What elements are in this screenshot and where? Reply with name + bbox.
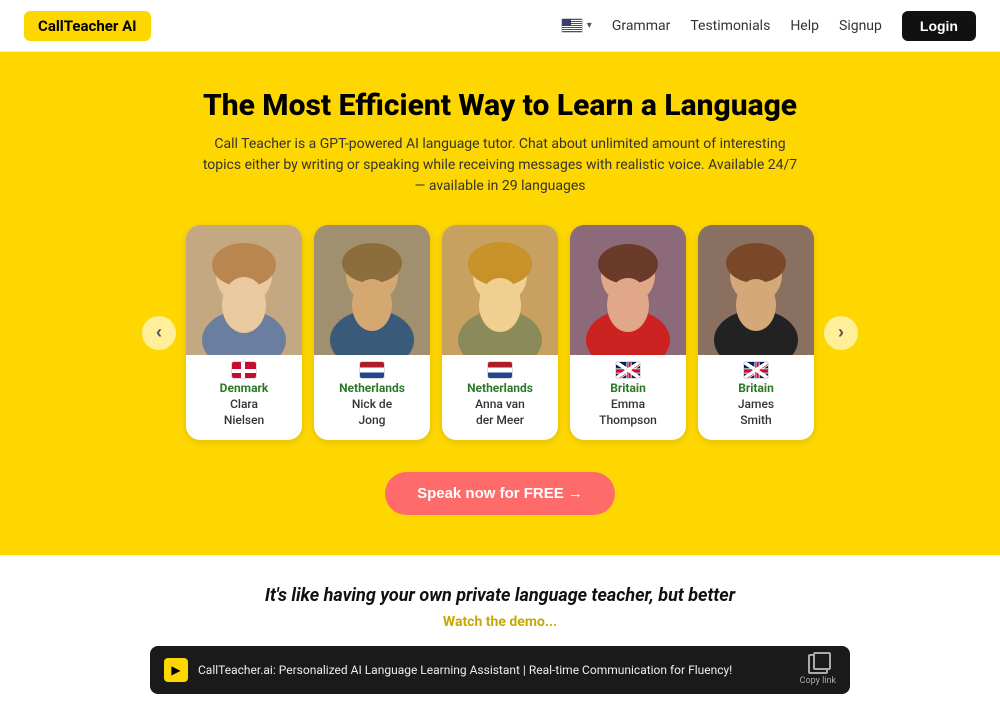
teacher-avatar (570, 225, 686, 355)
denmark-flag-icon (231, 361, 257, 379)
teacher-country: Britain (698, 381, 814, 395)
teacher-avatar (442, 225, 558, 355)
video-play-icon[interactable]: ▶ (164, 658, 188, 682)
watch-demo-link[interactable]: Watch the demo... (40, 614, 960, 630)
login-button[interactable]: Login (902, 11, 976, 41)
nav-right: ▾ Grammar Testimonials Help Signup Login (561, 11, 976, 41)
chevron-down-icon: ▾ (587, 20, 592, 31)
video-bar: ▶ CallTeacher.ai: Personalized AI Langua… (150, 646, 850, 694)
teacher-flag-row (442, 361, 558, 379)
teacher-card[interactable]: Netherlands Anna vander Meer (442, 225, 558, 440)
teacher-flag-row (314, 361, 430, 379)
nav-grammar[interactable]: Grammar (612, 18, 671, 34)
copy-link-label: Copy link (800, 676, 836, 686)
nav-signup[interactable]: Signup (839, 18, 882, 34)
teacher-cards-container: Denmark ClaraNielsen Netherl (186, 225, 814, 440)
navbar: CallTeacher AI ▾ Grammar Testimonials He… (0, 0, 1000, 52)
netherlands-flag-icon (359, 361, 385, 379)
teacher-name: Nick deJong (314, 397, 430, 428)
us-flag-icon (561, 18, 583, 33)
teacher-country: Netherlands (314, 381, 430, 395)
teacher-flag-row (570, 361, 686, 379)
britain-flag-icon (615, 361, 641, 379)
netherlands-flag-icon (487, 361, 513, 379)
hero-section: The Most Efficient Way to Learn a Langua… (0, 52, 1000, 555)
teacher-flag-row (698, 361, 814, 379)
teacher-name: Anna vander Meer (442, 397, 558, 428)
bottom-section: It's like having your own private langua… (0, 555, 1000, 714)
language-selector[interactable]: ▾ (561, 18, 592, 33)
teacher-avatar (186, 225, 302, 355)
carousel-next-button[interactable]: › (824, 316, 858, 350)
nav-testimonials[interactable]: Testimonials (690, 18, 770, 34)
hero-subtitle: Call Teacher is a GPT-powered AI languag… (200, 134, 800, 197)
copy-link-button[interactable]: Copy link (800, 654, 836, 686)
teacher-card[interactable]: Denmark ClaraNielsen (186, 225, 302, 440)
carousel: ‹ Denmark ClaraNielsen (40, 225, 960, 440)
bottom-tagline: It's like having your own private langua… (40, 585, 960, 606)
logo[interactable]: CallTeacher AI (24, 11, 151, 41)
britain-flag-icon (743, 361, 769, 379)
speak-now-button[interactable]: Speak now for FREE → (385, 472, 615, 515)
teacher-country: Denmark (186, 381, 302, 395)
video-title: CallTeacher.ai: Personalized AI Language… (198, 663, 732, 677)
teacher-country: Netherlands (442, 381, 558, 395)
nav-help[interactable]: Help (790, 18, 819, 34)
hero-title: The Most Efficient Way to Learn a Langua… (40, 88, 960, 124)
teacher-card[interactable]: Netherlands Nick deJong (314, 225, 430, 440)
copy-icon (808, 654, 828, 674)
video-bar-left: ▶ CallTeacher.ai: Personalized AI Langua… (164, 658, 732, 682)
teacher-avatar (314, 225, 430, 355)
carousel-prev-button[interactable]: ‹ (142, 316, 176, 350)
teacher-card[interactable]: Britain JamesSmith (698, 225, 814, 440)
teacher-country: Britain (570, 381, 686, 395)
teacher-card[interactable]: Britain EmmaThompson (570, 225, 686, 440)
teacher-name: JamesSmith (698, 397, 814, 428)
teacher-name: ClaraNielsen (186, 397, 302, 428)
teacher-avatar (698, 225, 814, 355)
teacher-flag-row (186, 361, 302, 379)
teacher-name: EmmaThompson (570, 397, 686, 428)
